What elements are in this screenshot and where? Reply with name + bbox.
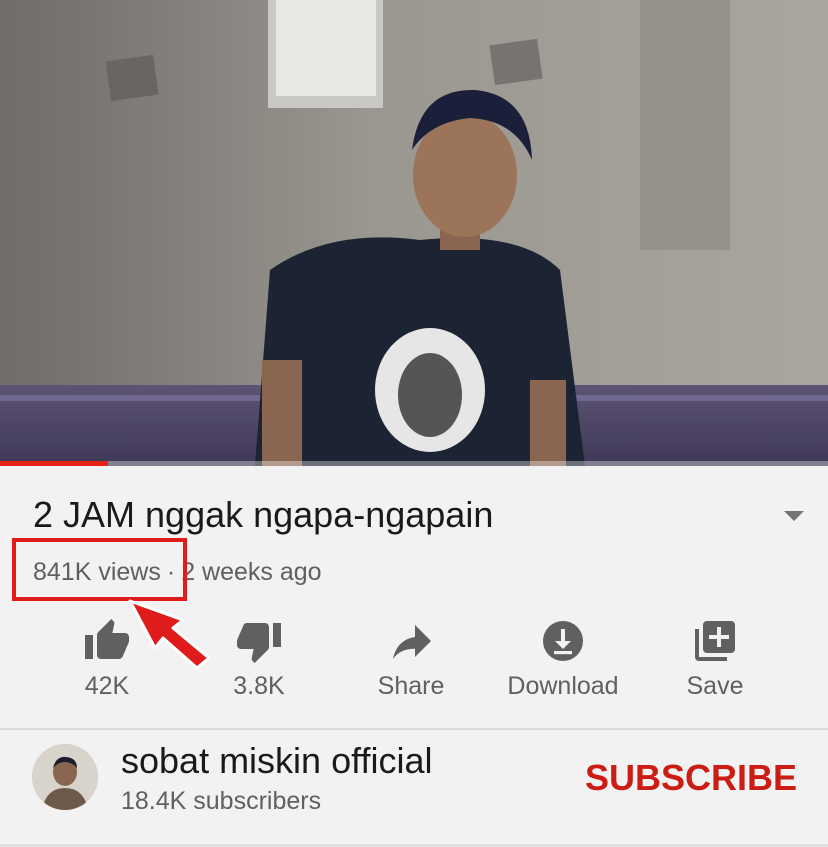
channel-name[interactable]: sobat miskin official	[121, 740, 432, 782]
chevron-down-icon	[784, 511, 804, 521]
annotation-highlight-box	[12, 538, 187, 601]
section-divider	[0, 728, 828, 730]
playlist-add-icon	[695, 621, 735, 661]
upload-age: 2 weeks ago	[181, 558, 322, 586]
save-button[interactable]: Save	[640, 612, 790, 712]
thumbs-down-icon	[237, 623, 281, 663]
video-player[interactable]	[0, 0, 828, 466]
save-label: Save	[686, 672, 744, 700]
like-count: 42K	[84, 672, 130, 700]
channel-avatar[interactable]	[32, 744, 98, 810]
dislike-count: 3.8K	[233, 672, 285, 700]
avatar-image	[32, 744, 98, 810]
download-label: Download	[507, 672, 619, 700]
subscribe-button[interactable]: SUBSCRIBE	[585, 757, 797, 799]
expand-description-button[interactable]	[779, 506, 809, 526]
share-icon	[393, 625, 431, 659]
video-thumbnail	[0, 0, 828, 466]
video-progress-fill	[0, 461, 108, 466]
download-icon	[543, 621, 583, 661]
thumbs-up-icon	[85, 619, 129, 659]
download-button[interactable]: Download	[488, 612, 638, 712]
share-label: Share	[377, 672, 445, 700]
video-title: 2 JAM nggak ngapa-ngapain	[33, 494, 494, 535]
video-progress-bar[interactable]	[0, 461, 828, 466]
dislike-button[interactable]: 3.8K	[184, 612, 334, 712]
like-button[interactable]: 42K	[32, 612, 182, 712]
action-bar: 42K 3.8K Share Download Save	[0, 612, 828, 722]
subscriber-count: 18.4K subscribers	[121, 787, 322, 815]
share-button[interactable]: Share	[336, 612, 486, 712]
